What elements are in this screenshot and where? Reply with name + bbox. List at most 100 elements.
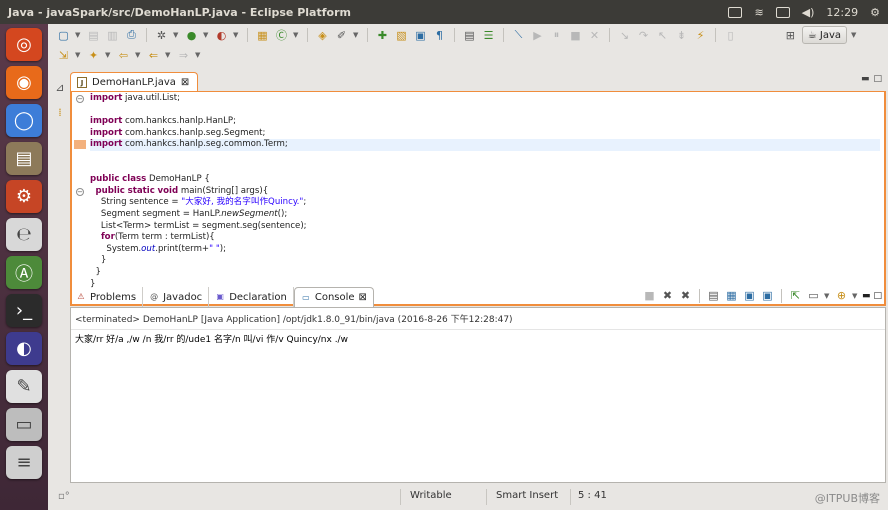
chevron-down-icon[interactable]: ▼ (75, 51, 82, 59)
chevron-down-icon[interactable]: ▼ (851, 31, 858, 39)
console-output-area[interactable]: <terminated> DemoHanLP [Java Application… (70, 307, 886, 483)
show-whitespace-icon[interactable]: ¶ (432, 28, 447, 43)
toggle-breadcrumb-icon[interactable]: ▤ (462, 28, 477, 43)
code-line[interactable]: import com.hankcs.hanlp.seg.common.Term; (74, 139, 880, 151)
battery-icon[interactable] (775, 6, 790, 18)
tab-console[interactable]: ▭ Console ⊠ (293, 287, 374, 307)
restore-icon[interactable]: ⊿ (53, 80, 68, 95)
word-wrap-icon[interactable]: ☰ (481, 28, 496, 43)
chevron-down-icon[interactable]: ▼ (203, 31, 210, 39)
remove-launch-icon[interactable]: ✖ (660, 288, 675, 303)
step-return-icon[interactable]: ↖ (655, 28, 670, 43)
power-gear-icon[interactable]: ⚙ (870, 6, 880, 19)
maximize-icon[interactable]: □ (873, 74, 882, 84)
remove-all-terminated-icon[interactable]: ✖ (678, 288, 693, 303)
code-line[interactable]: String sentence = "大家好, 我的名字叫作Quincy."; (90, 197, 880, 209)
drop-to-frame-icon[interactable]: ⇟ (674, 28, 689, 43)
libreoffice-icon[interactable]: ℮ (6, 218, 42, 251)
wifi-icon[interactable]: ≋ (754, 6, 763, 19)
block-selection-icon[interactable]: ▣ (413, 28, 428, 43)
run-icon[interactable]: ● (184, 28, 199, 43)
debug-icon[interactable]: ✲ (154, 28, 169, 43)
pin-console-icon[interactable]: ⇱ (788, 288, 803, 303)
next-annotation-icon[interactable]: ▯ (723, 28, 738, 43)
code-line[interactable] (90, 163, 880, 175)
chevron-down-icon[interactable]: ▼ (173, 31, 180, 39)
code-line[interactable]: } (90, 255, 880, 267)
back-arrow-icon[interactable]: ⇐ (146, 48, 161, 63)
console-output-line[interactable]: 大家/rr 好/a ,/w /n 我/rr 的/ude1 名字/n 叫/vi 作… (71, 330, 885, 347)
skip-breakpoints-icon[interactable]: ⟍ (511, 28, 526, 43)
chevron-down-icon[interactable]: ▼ (824, 292, 831, 300)
code-line[interactable]: List<Term> termList = segment.seg(senten… (90, 221, 880, 233)
disconnect-icon[interactable]: ✕ (587, 28, 602, 43)
code-line[interactable] (90, 151, 880, 163)
open-type-icon[interactable]: ◈ (315, 28, 330, 43)
code-editor[interactable]: − import java.util.List; import com.hankcs… (70, 91, 886, 306)
terminate-icon[interactable]: ■ (568, 28, 583, 43)
tab-declaration[interactable]: ▣ Declaration (209, 287, 294, 307)
ubuntu-dash-icon[interactable]: ◎ (6, 28, 42, 61)
software-center-icon[interactable]: Ⓐ (6, 256, 42, 289)
step-into-icon[interactable]: ↘ (617, 28, 632, 43)
display-selected-console-icon[interactable]: ▭ (806, 288, 821, 303)
show-console-icon[interactable]: ▣ (760, 288, 775, 303)
code-line[interactable]: } (90, 267, 880, 279)
new-class-icon[interactable]: Ⓒ (274, 28, 289, 43)
fast-view-icon[interactable]: ▫° (58, 491, 70, 502)
settings-icon[interactable]: ⚙ (6, 180, 42, 213)
minimize-icon[interactable]: ▬ (861, 74, 870, 84)
search-icon[interactable]: ✐ (334, 28, 349, 43)
code-line[interactable]: Segment segment = HanLP.newSegment(); (90, 209, 880, 221)
back-icon[interactable]: ⇦ (116, 48, 131, 63)
open-console-icon[interactable]: ⊕ (834, 288, 849, 303)
code-line[interactable] (90, 105, 880, 117)
open-perspective-icon[interactable]: ⊞ (783, 28, 798, 43)
code-line[interactable]: System.out.print(term+" "); (90, 244, 880, 256)
chevron-down-icon[interactable]: ▼ (353, 31, 360, 39)
fold-toggle-icon[interactable]: − (76, 187, 84, 196)
keyboard-icon[interactable] (728, 6, 743, 18)
terminate-console-icon[interactable]: ■ (642, 288, 657, 303)
next-edit-location-icon[interactable]: ⇲ (56, 48, 71, 63)
external-tools-icon[interactable]: ◐ (214, 28, 229, 43)
fold-toggle-icon[interactable]: − (76, 95, 84, 103)
code-line[interactable]: public class DemoHanLP { (90, 174, 880, 186)
use-step-filters-icon[interactable]: ⚡ (693, 28, 708, 43)
word-wrap-console-icon[interactable]: ▣ (742, 288, 757, 303)
clock[interactable]: 12:29 (826, 6, 858, 19)
java-perspective-button[interactable]: ☕ Java (801, 26, 847, 44)
editor-tab-demohanlp[interactable]: J DemoHanLP.java ⊠ (70, 72, 199, 92)
save-icon[interactable]: ▤ (86, 28, 101, 43)
files-icon[interactable]: ▤ (6, 142, 42, 175)
firefox-icon[interactable]: ◉ (6, 66, 42, 99)
suspend-icon[interactable]: ⏸ (549, 28, 564, 43)
close-icon[interactable]: ⊠ (181, 77, 189, 88)
tab-problems[interactable]: ⚠ Problems (70, 287, 144, 307)
pin-icon[interactable]: ✚ (375, 28, 390, 43)
mark-occurrences-icon[interactable]: ▧ (394, 28, 409, 43)
chevron-down-icon[interactable]: ▼ (165, 51, 172, 59)
clear-console-icon[interactable]: ▤ (706, 288, 721, 303)
chevron-down-icon[interactable]: ▼ (105, 51, 112, 59)
code-line[interactable]: − public static void main(String[] args)… (76, 186, 880, 198)
volume-icon[interactable]: ◀) (802, 6, 815, 19)
save-all-icon[interactable]: ▥ (105, 28, 120, 43)
resume-icon[interactable]: ▶ (530, 28, 545, 43)
code-line[interactable]: for(Term term : termList){ (90, 232, 880, 244)
chevron-down-icon[interactable]: ▼ (75, 31, 82, 39)
chevron-down-icon[interactable]: ▼ (233, 31, 240, 39)
close-icon[interactable]: ⊠ (359, 292, 367, 303)
new-icon[interactable]: ▢ (56, 28, 71, 43)
chevron-down-icon[interactable]: ▼ (135, 51, 142, 59)
code-lines[interactable]: − import java.util.List; import com.hankcs… (74, 93, 880, 290)
tab-javadoc[interactable]: @ Javadoc (143, 287, 210, 307)
new-java-project-icon[interactable]: ▦ (255, 28, 270, 43)
package-explorer-icon[interactable]: ⁞ (53, 105, 68, 120)
chevron-down-icon[interactable]: ▼ (195, 51, 202, 59)
code-line[interactable]: − import java.util.List; (76, 93, 880, 105)
chevron-down-icon[interactable]: ▼ (852, 292, 859, 300)
workspace-switcher-icon[interactable]: ≡ (6, 446, 42, 479)
forward-arrow-icon[interactable]: ⇒ (176, 48, 191, 63)
text-editor-icon[interactable]: ✎ (6, 370, 42, 403)
